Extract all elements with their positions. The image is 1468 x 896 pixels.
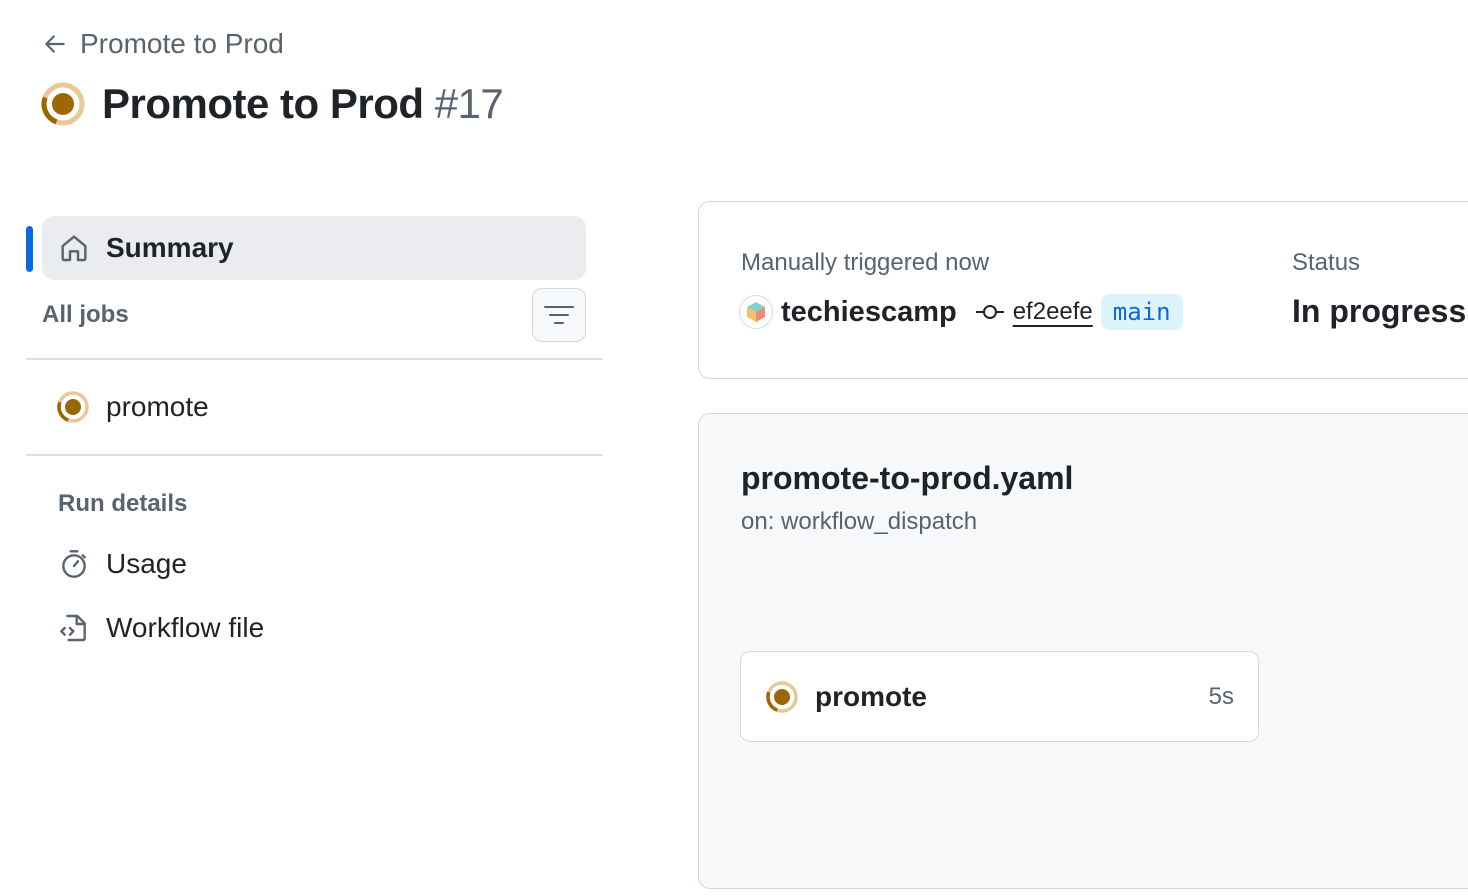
- status-value: In progress: [1292, 293, 1467, 329]
- filter-button[interactable]: [532, 288, 586, 342]
- status-label: Status: [1292, 249, 1361, 276]
- run-details-title: Run details: [58, 490, 188, 517]
- in-progress-ring-icon: [57, 391, 89, 423]
- workflow-run-page: Promote to Prod Promote to Prod #17 Summ…: [0, 0, 1468, 896]
- actor-link[interactable]: techiescamp: [781, 296, 957, 329]
- in-progress-ring-icon: [766, 680, 798, 713]
- home-icon: [61, 235, 87, 262]
- sidebar-item-label: Summary: [106, 232, 234, 263]
- in-progress-ring-icon: [41, 82, 85, 126]
- arrow-left-icon: [45, 35, 65, 53]
- job-duration: 5s: [1208, 682, 1234, 710]
- active-indicator: [26, 226, 33, 272]
- run-number: #17: [434, 80, 504, 127]
- all-jobs-header: All jobs: [42, 280, 586, 350]
- job-label: promote: [106, 391, 209, 422]
- sidebar-job-promote[interactable]: promote: [26, 360, 603, 454]
- trigger-details: techiescamp ef2eefe main: [739, 294, 1183, 330]
- run-title: Promote to Prod: [102, 80, 424, 127]
- sidebar: Summary All jobs promote Run details Usa…: [26, 216, 603, 660]
- filter-icon: [544, 306, 574, 324]
- job-name: promote: [815, 680, 927, 712]
- git-commit-icon: [975, 305, 1004, 319]
- workflow-file-name: promote-to-prod.yaml: [741, 460, 1074, 496]
- divider: [26, 454, 603, 456]
- trigger-label: Manually triggered now: [741, 249, 990, 276]
- page-title-row: Promote to Prod #17: [40, 80, 504, 128]
- sidebar-item-usage[interactable]: Usage: [26, 532, 603, 596]
- all-jobs-label: All jobs: [42, 301, 129, 328]
- sidebar-item-summary[interactable]: Summary: [26, 216, 586, 280]
- avatar-cube-icon: [747, 302, 765, 322]
- workflow-trigger: on: workflow_dispatch: [741, 508, 978, 535]
- job-node-promote[interactable]: promote 5s: [740, 651, 1259, 742]
- sidebar-item-label: Usage: [106, 548, 187, 579]
- back-link[interactable]: Promote to Prod: [42, 28, 284, 60]
- workflow-graph-card: promote-to-prod.yaml on: workflow_dispat…: [698, 413, 1468, 889]
- page-title: Promote to Prod #17: [102, 80, 504, 128]
- sidebar-item-label: Workflow file: [106, 612, 265, 643]
- run-trigger-card: Manually triggered now techiescamp ef2ee…: [698, 201, 1468, 379]
- avatar[interactable]: [739, 295, 773, 329]
- sidebar-item-workflow-file[interactable]: Workflow file: [26, 596, 603, 660]
- branch-badge[interactable]: main: [1100, 294, 1183, 330]
- file-code-icon: [60, 614, 86, 642]
- commit-sha-link[interactable]: ef2eefe: [1007, 298, 1099, 326]
- stopwatch-icon: [62, 550, 86, 578]
- back-link-label: Promote to Prod: [80, 28, 284, 59]
